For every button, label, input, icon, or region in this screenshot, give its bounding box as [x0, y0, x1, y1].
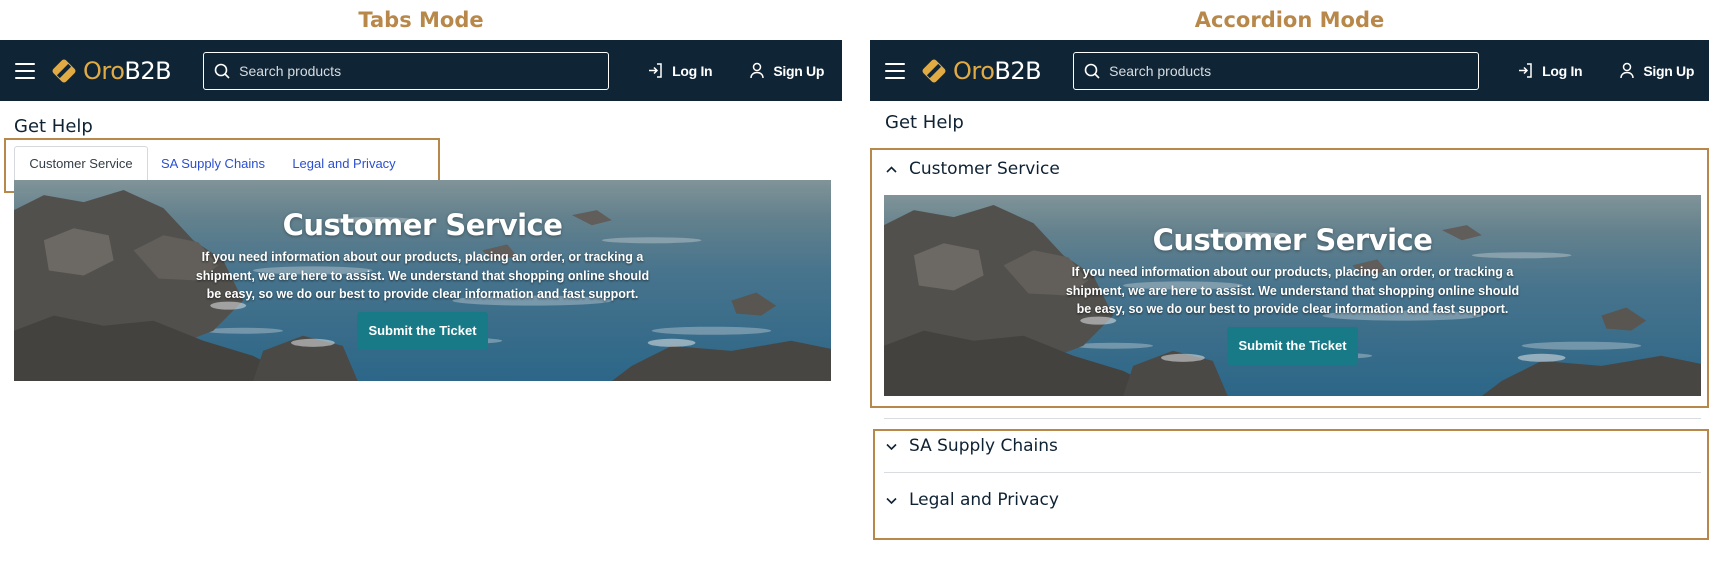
tab-legal-and-privacy[interactable]: Legal and Privacy — [287, 146, 401, 180]
logo-diamond-icon — [922, 59, 946, 82]
signup-link[interactable]: Sign Up — [749, 62, 824, 79]
chevron-down-icon — [886, 497, 897, 504]
accordion-mode-label: Accordion Mode — [1194, 8, 1385, 32]
logo-text-b2b: B2B — [994, 56, 1042, 85]
banner-description: If you need information about our produc… — [1065, 265, 1520, 316]
page-title: Get Help — [14, 116, 93, 137]
site-header-tabs: OroB2B Search products Log In Sign Up — [0, 40, 842, 101]
accordion-header-sa-supply-chains[interactable]: SA Supply Chains — [885, 435, 1058, 457]
customer-service-banner-tabs: Customer Service If you need information… — [14, 180, 831, 381]
banner-title: Customer Service — [282, 208, 563, 242]
logo-text-b2b: B2B — [124, 56, 172, 85]
accordion-label: Customer Service — [909, 159, 1060, 179]
signup-link[interactable]: Sign Up — [1619, 62, 1694, 79]
accordion-label: Legal and Privacy — [909, 490, 1059, 510]
user-icon — [1620, 62, 1635, 79]
signup-label: Sign Up — [1643, 62, 1695, 79]
banner-description: If you need information about our produc… — [195, 250, 650, 301]
logo-diamond-icon — [52, 59, 76, 82]
tab-sa-supply-chains[interactable]: SA Supply Chains — [156, 146, 270, 180]
logo-text-oro: Oro — [953, 56, 995, 85]
search-icon — [214, 63, 230, 79]
hamburger-menu-icon[interactable] — [885, 62, 905, 79]
accordion-label: SA Supply Chains — [909, 436, 1058, 456]
signup-label: Sign Up — [773, 62, 825, 79]
login-link[interactable]: Log In — [1517, 62, 1583, 79]
user-icon — [750, 62, 765, 79]
search-input[interactable]: Search products — [203, 51, 610, 90]
search-input[interactable]: Search products — [1073, 51, 1480, 90]
logo-text-oro: Oro — [83, 56, 125, 85]
login-label: Log In — [672, 62, 713, 79]
submit-ticket-button[interactable]: Submit the Ticket — [357, 311, 488, 350]
banner-title: Customer Service — [1152, 223, 1433, 257]
login-icon — [1519, 63, 1532, 78]
accordion-divider — [884, 472, 1701, 473]
customer-service-banner-accordion: Customer Service If you need information… — [884, 195, 1701, 396]
chevron-up-icon — [886, 165, 897, 173]
chevron-down-icon — [886, 443, 897, 450]
accordion-header-customer-service[interactable]: Customer Service — [885, 158, 1060, 180]
page-title: Get Help — [885, 112, 964, 133]
search-placeholder: Search products — [1109, 62, 1212, 79]
tab-customer-service[interactable]: Customer Service — [14, 146, 148, 180]
search-icon — [1084, 63, 1100, 79]
tabs-mode-label: Tabs Mode — [358, 8, 484, 32]
login-icon — [649, 63, 662, 78]
logo[interactable]: OroB2B — [50, 56, 172, 85]
hamburger-menu-icon[interactable] — [15, 62, 35, 79]
logo[interactable]: OroB2B — [920, 56, 1042, 85]
accordion-header-legal-and-privacy[interactable]: Legal and Privacy — [885, 489, 1059, 511]
accordion-divider — [884, 418, 1701, 419]
submit-ticket-button[interactable]: Submit the Ticket — [1227, 326, 1358, 365]
site-header-accordion: OroB2B Search products Log In Sign Up — [870, 40, 1709, 101]
search-placeholder: Search products — [239, 62, 342, 79]
login-label: Log In — [1542, 62, 1583, 79]
login-link[interactable]: Log In — [647, 62, 713, 79]
